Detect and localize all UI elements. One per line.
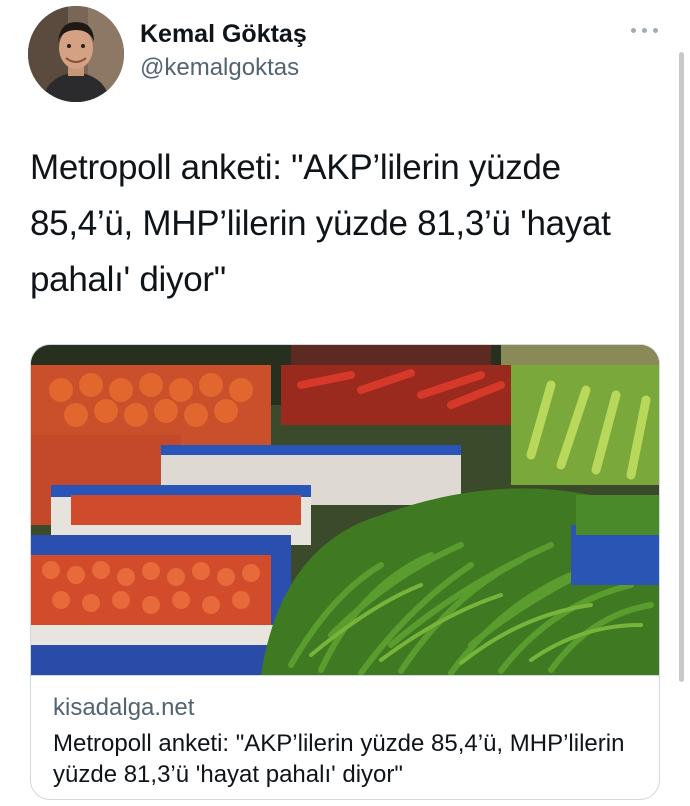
profile-photo-icon xyxy=(28,6,124,102)
tweet: Kemal Göktaş @kemalgoktas Metropoll anke… xyxy=(0,0,690,806)
avatar[interactable] xyxy=(28,6,124,102)
tweet-text: Metropoll anketi: "AKP’lilerin yüzde 85,… xyxy=(30,148,611,299)
card-image[interactable] xyxy=(31,345,659,675)
more-dot xyxy=(630,27,636,33)
author-name[interactable]: Kemal Göktaş xyxy=(140,20,307,49)
author-handle[interactable]: @kemalgoktas xyxy=(140,54,299,82)
more-dot xyxy=(641,27,647,33)
card-title: Metropoll anketi: "AKP’lilerin yüzde 85,… xyxy=(53,730,625,788)
card-meta: kisadalga.net Metropoll anketi: "AKP’lil… xyxy=(31,675,659,799)
market-vegetables-photo-icon xyxy=(31,345,659,675)
link-card[interactable]: kisadalga.net Metropoll anketi: "AKP’lil… xyxy=(30,344,660,800)
scrollbar[interactable] xyxy=(679,52,684,682)
more-icon[interactable] xyxy=(624,18,664,42)
card-domain: kisadalga.net xyxy=(53,694,195,721)
more-dot xyxy=(652,27,658,33)
